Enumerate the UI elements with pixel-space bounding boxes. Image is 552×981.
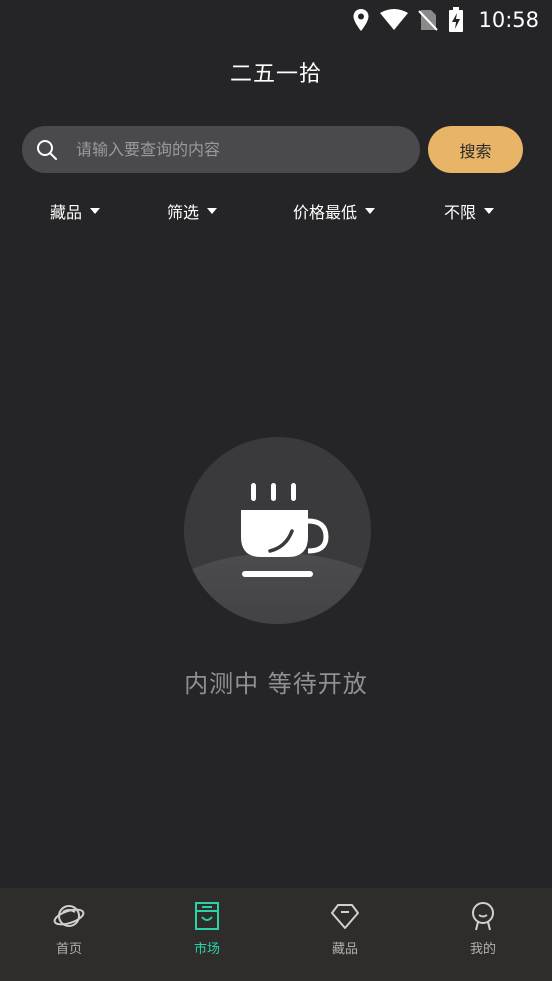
caret-down-icon [365, 208, 376, 214]
filter-collection[interactable]: 藏品 [50, 199, 101, 223]
nav-label: 我的 [469, 942, 496, 957]
search-box[interactable] [22, 126, 420, 173]
status-icons: 10:58 [352, 6, 539, 34]
coffee-cup-icon [241, 483, 329, 577]
planet-icon [53, 905, 85, 927]
market-icon [195, 902, 219, 930]
status-time: 10:58 [478, 8, 539, 32]
empty-state-illustration [184, 437, 371, 624]
status-bar: 10:58 [0, 0, 552, 40]
battery-charging-icon [449, 7, 464, 32]
search-input[interactable] [74, 139, 398, 160]
nav-item-profile[interactable]: 我的 [414, 888, 552, 981]
caret-down-icon [90, 208, 101, 214]
bottom-nav: 首页 市场 藏品 我的 [0, 888, 552, 981]
filter-label: 不限 [444, 203, 477, 222]
empty-state-message: 内测中 等待开放 [184, 670, 368, 698]
caret-down-icon [207, 208, 218, 214]
search-button[interactable]: 搜索 [428, 126, 523, 173]
filter-range[interactable]: 不限 [444, 199, 495, 223]
diamond-icon [331, 904, 359, 929]
nav-item-home[interactable]: 首页 [0, 888, 138, 981]
filter-price[interactable]: 价格最低 [293, 199, 376, 223]
no-sim-icon [418, 10, 439, 31]
nav-label: 市场 [193, 942, 220, 957]
nav-item-collection[interactable]: 藏品 [276, 888, 414, 981]
page-title: 二五一拾 [229, 62, 322, 87]
profile-icon [472, 902, 494, 931]
wifi-icon [380, 9, 409, 30]
location-icon [353, 9, 369, 31]
search-icon [37, 139, 57, 160]
nav-label: 首页 [55, 942, 82, 957]
filter-label: 筛选 [167, 203, 200, 222]
filter-screen[interactable]: 筛选 [167, 199, 218, 223]
nav-label: 藏品 [331, 942, 358, 957]
filter-label: 价格最低 [293, 203, 358, 222]
caret-down-icon [484, 208, 495, 214]
nav-item-market[interactable]: 市场 [138, 888, 276, 981]
filter-label: 藏品 [50, 203, 83, 222]
